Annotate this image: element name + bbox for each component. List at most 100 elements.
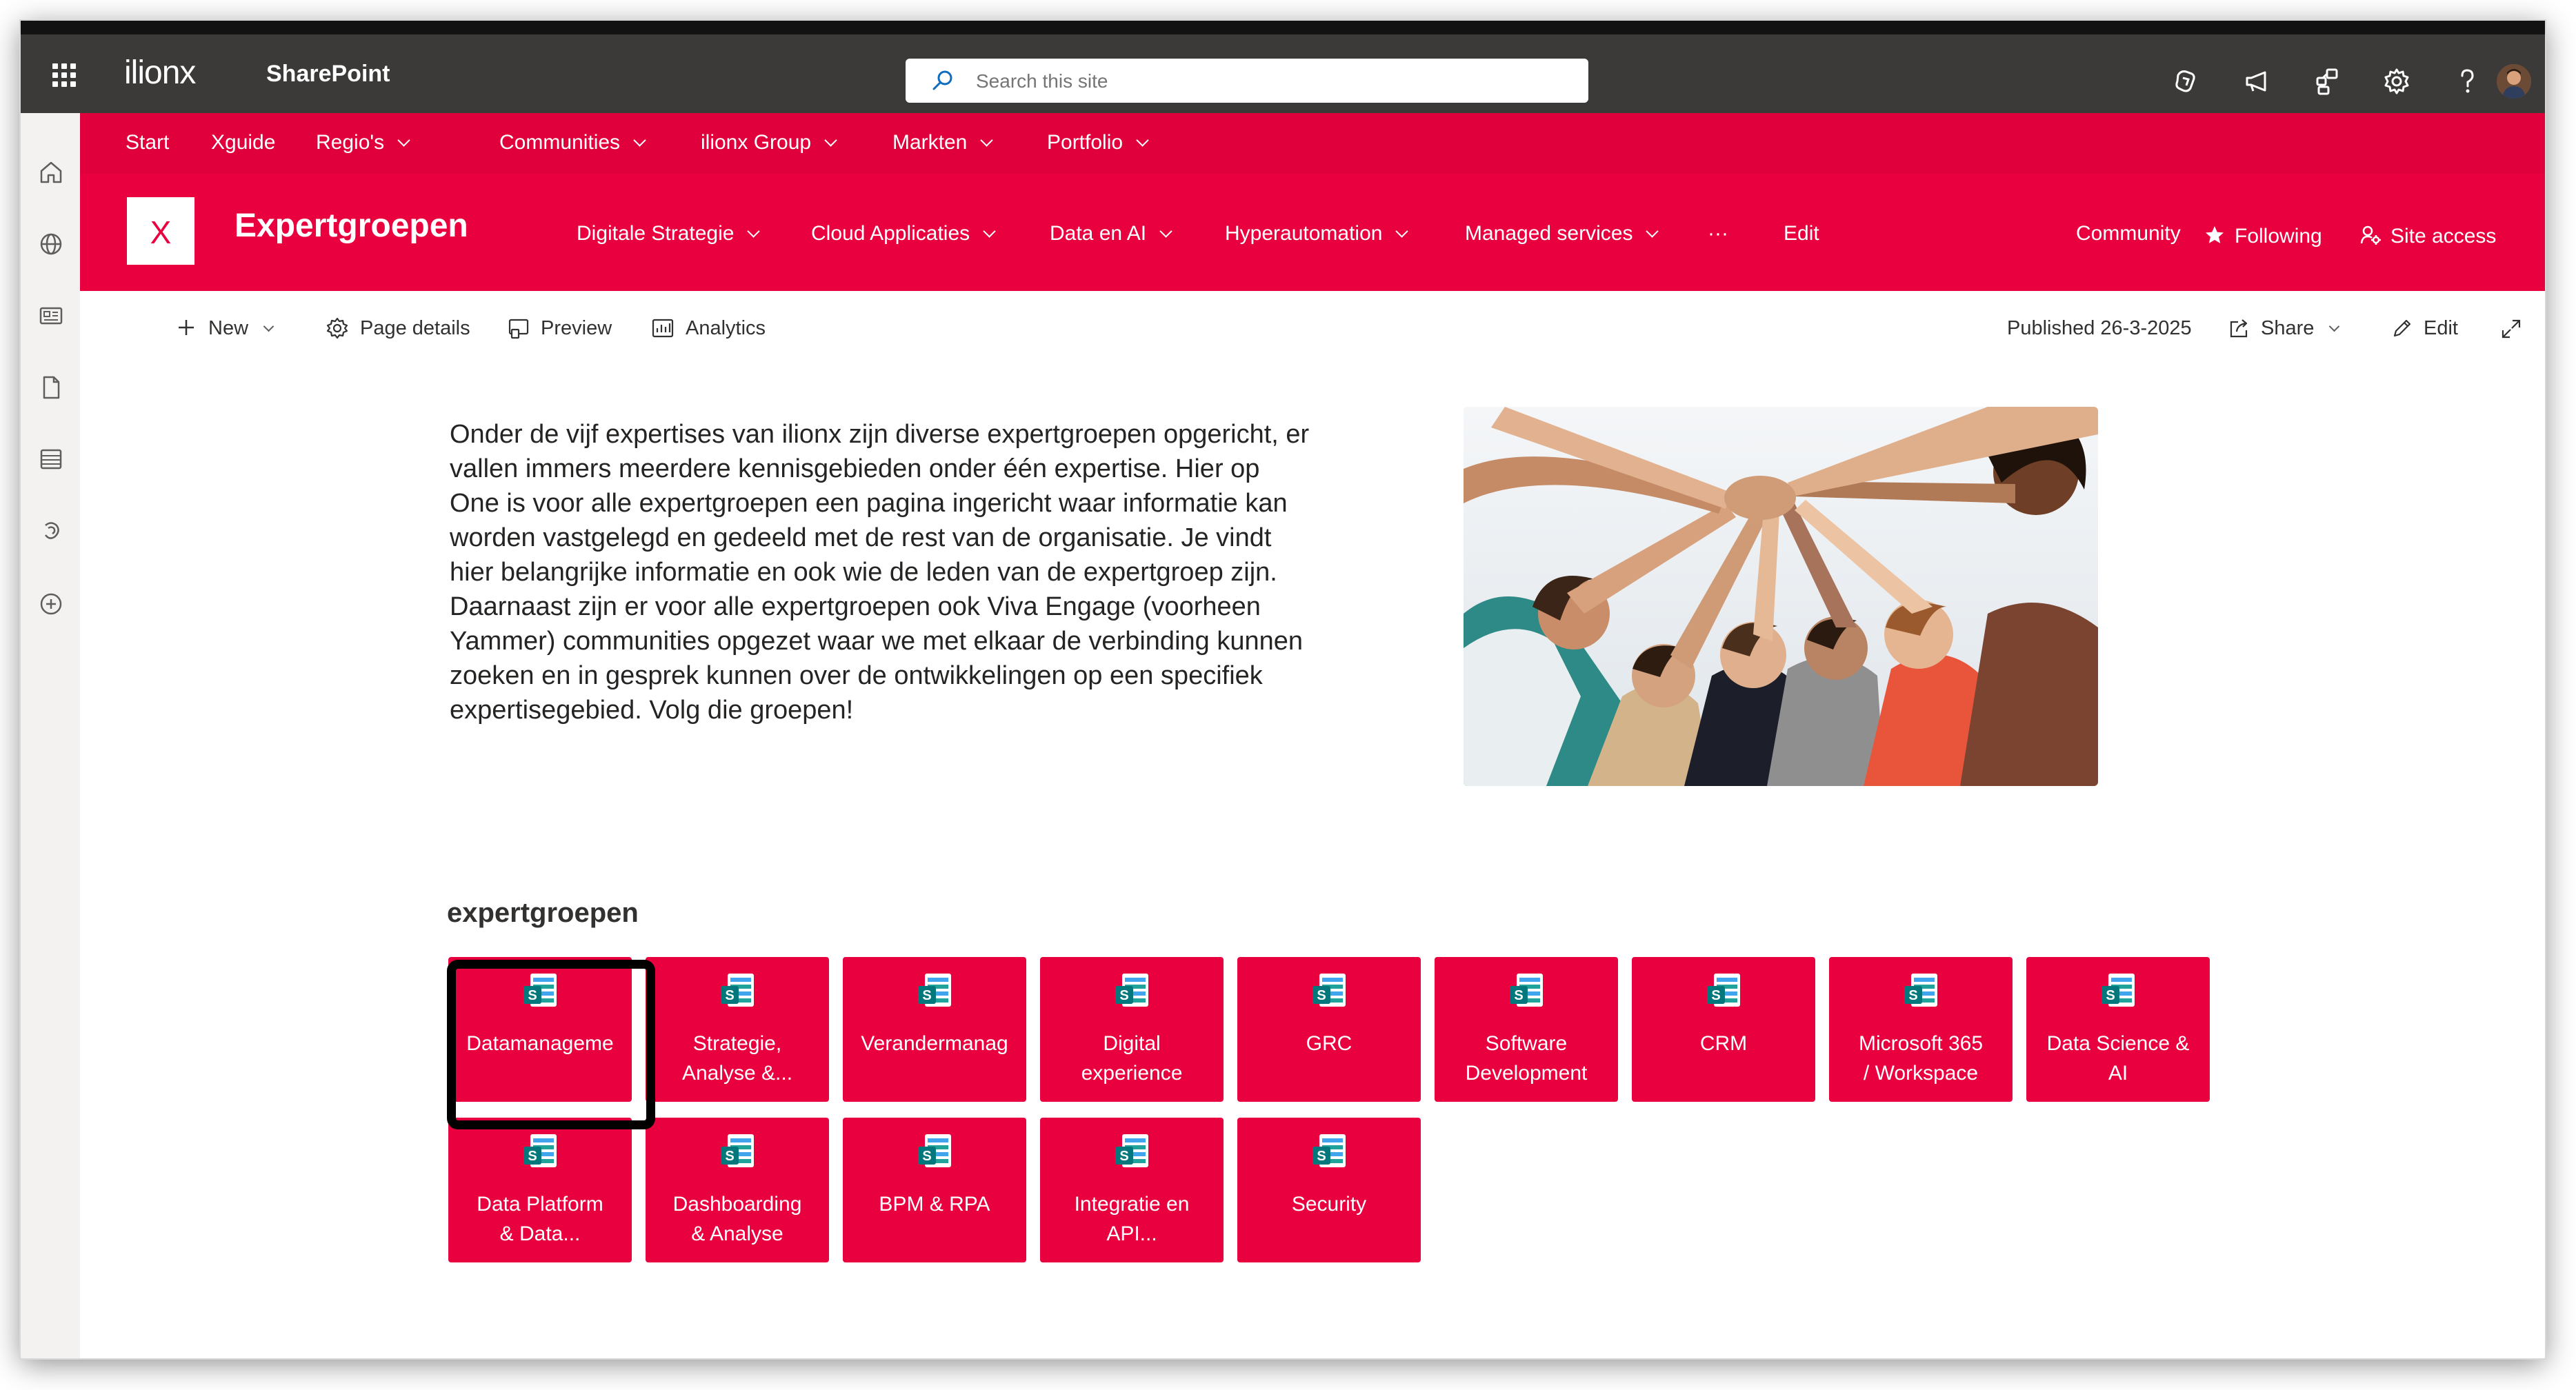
svg-text:S: S	[922, 988, 931, 1003]
chevron-down-icon	[263, 321, 274, 332]
settings-icon[interactable]	[2382, 67, 2411, 96]
quick-link-tile[interactable]: S BPM & RPA	[843, 1118, 1026, 1262]
page-details-label: Page details	[360, 317, 470, 339]
site-nav-managed-services[interactable]: Managed services	[1465, 222, 1659, 245]
community-label: Community	[2076, 222, 2181, 245]
site-title[interactable]: Expertgroepen	[234, 207, 468, 245]
quick-link-tile[interactable]: S Dashboarding & Analyse	[646, 1118, 829, 1262]
app-bar	[21, 113, 80, 1358]
expand-icon[interactable]	[2499, 317, 2523, 341]
new-label: New	[208, 317, 249, 339]
hub-nav-ilionx-group[interactable]: ilionx Group	[701, 131, 837, 154]
quick-link-tile[interactable]: S Microsoft 365 / Workspace	[1829, 957, 2013, 1102]
svg-text:S: S	[1711, 988, 1720, 1003]
edit-label: Edit	[2424, 317, 2458, 339]
page-details-button[interactable]: Page details	[326, 317, 470, 340]
hub-nav-start[interactable]: Start	[126, 131, 169, 154]
hub-nav-label: Start	[126, 131, 170, 154]
quick-link-tile[interactable]: S Digital experience	[1040, 957, 1224, 1102]
quick-link-tile[interactable]: S Integratie en API...	[1040, 1118, 1224, 1262]
following-button[interactable]: Following	[2204, 222, 2322, 248]
network-icon[interactable]	[2313, 67, 2342, 96]
help-icon[interactable]	[2453, 67, 2482, 96]
svg-text:S: S	[1908, 988, 1917, 1003]
new-button[interactable]: New	[175, 317, 274, 340]
site-nav-label: Digitale Strategie	[577, 222, 735, 245]
quick-link-tile[interactable]: S Software Development	[1435, 957, 1618, 1102]
sharepoint-site-icon: S	[721, 1134, 754, 1167]
site-nav-cloud-applicaties[interactable]: Cloud Applicaties	[811, 222, 996, 245]
sharepoint-site-icon: S	[1115, 1134, 1148, 1167]
home-icon[interactable]	[37, 159, 65, 186]
hub-nav-communities[interactable]: Communities	[499, 131, 646, 154]
svg-text:S: S	[1317, 988, 1326, 1003]
sharepoint-site-icon: S	[1707, 974, 1740, 1007]
app-name[interactable]: SharePoint	[266, 61, 390, 88]
community-link[interactable]: Community	[2076, 222, 2181, 245]
hub-nav-xguide[interactable]: Xguide	[211, 131, 275, 154]
chevron-down-icon	[2329, 321, 2340, 332]
avatar[interactable]	[2497, 64, 2531, 99]
svg-text:S: S	[922, 1149, 931, 1164]
globe-icon[interactable]	[37, 230, 65, 258]
svg-text:S: S	[1119, 988, 1128, 1003]
team-hands-together-photo	[1464, 407, 2098, 786]
site-nav-digitale-strategie[interactable]: Digitale Strategie	[577, 222, 761, 245]
suite-bar: ilionx SharePoint	[21, 34, 2545, 113]
edit-button[interactable]: Edit	[2390, 317, 2458, 340]
quick-link-tile[interactable]: S Data Platform & Data...	[448, 1118, 632, 1262]
section-title: expertgroepen	[447, 898, 639, 928]
quick-link-tile[interactable]: S Strategie, Analyse &...	[646, 957, 829, 1102]
search-input[interactable]	[975, 67, 1570, 96]
quick-link-label: CRM	[1699, 1032, 1748, 1055]
create-icon[interactable]	[37, 590, 65, 618]
hub-nav-portfolio[interactable]: Portfolio	[1047, 131, 1149, 154]
quick-link-tile[interactable]: S GRC	[1237, 957, 1421, 1102]
sharepoint-site-icon: S	[1115, 974, 1148, 1007]
avatar-photo	[2497, 64, 2531, 99]
site-nav-label: Edit	[1784, 222, 1819, 245]
quick-link-label: Dashboarding & Analyse	[672, 1193, 802, 1245]
stream-icon[interactable]	[37, 517, 65, 545]
site-nav-edit[interactable]: Edit	[1784, 222, 1819, 245]
quick-link-tile[interactable]: S CRM	[1632, 957, 1815, 1102]
svg-text:S: S	[528, 1149, 537, 1164]
chevron-down-icon	[1395, 225, 1409, 238]
hero-image	[1464, 407, 2098, 786]
quick-link-label: BPM & RPA	[879, 1193, 990, 1216]
app-launcher-icon[interactable]	[52, 63, 76, 87]
preview-button[interactable]: Preview	[508, 317, 612, 340]
site-nav-data-en-ai[interactable]: Data en AI	[1050, 222, 1172, 245]
share-button[interactable]: Share	[2228, 317, 2340, 340]
quick-link-tile[interactable]: S Data Science & AI	[2026, 957, 2210, 1102]
hub-nav-label: Markten	[892, 131, 968, 154]
copilot-icon[interactable]	[2171, 67, 2200, 96]
site-access-button[interactable]: Site access	[2360, 222, 2496, 248]
share-label: Share	[2261, 317, 2315, 339]
hub-nav-label: Xguide	[211, 131, 276, 154]
hub-navigation: Start Xguide Regio's Communities ilionx …	[80, 113, 2545, 174]
svg-text:S: S	[725, 1149, 734, 1164]
list-icon[interactable]	[37, 445, 65, 473]
site-nav-label: Managed services	[1465, 222, 1633, 245]
analytics-label: Analytics	[686, 317, 766, 339]
analytics-button[interactable]: Analytics	[651, 317, 766, 340]
hub-nav-markten[interactable]: Markten	[892, 131, 994, 154]
org-name[interactable]: ilionx	[124, 54, 196, 92]
analytics-icon	[652, 319, 674, 338]
news-icon[interactable]	[37, 302, 65, 330]
document-icon[interactable]	[37, 374, 65, 401]
site-logo[interactable]: X	[127, 197, 194, 265]
site-nav-more[interactable]: ···	[1708, 222, 1728, 245]
site-nav-hyperautomation[interactable]: Hyperautomation	[1225, 222, 1409, 245]
pencil-icon	[2393, 319, 2411, 337]
quick-link-tile[interactable]: S Security	[1237, 1118, 1421, 1262]
quick-link-label: Security	[1291, 1193, 1367, 1216]
megaphone-icon[interactable]	[2243, 67, 2272, 96]
hub-nav-label: Regio's	[316, 131, 385, 154]
chevron-down-icon	[1136, 134, 1149, 147]
search-icon	[932, 70, 952, 90]
hub-nav-regios[interactable]: Regio's	[316, 131, 410, 154]
search-box[interactable]	[906, 59, 1588, 103]
quick-link-tile[interactable]: S Verandermanag	[843, 957, 1026, 1102]
